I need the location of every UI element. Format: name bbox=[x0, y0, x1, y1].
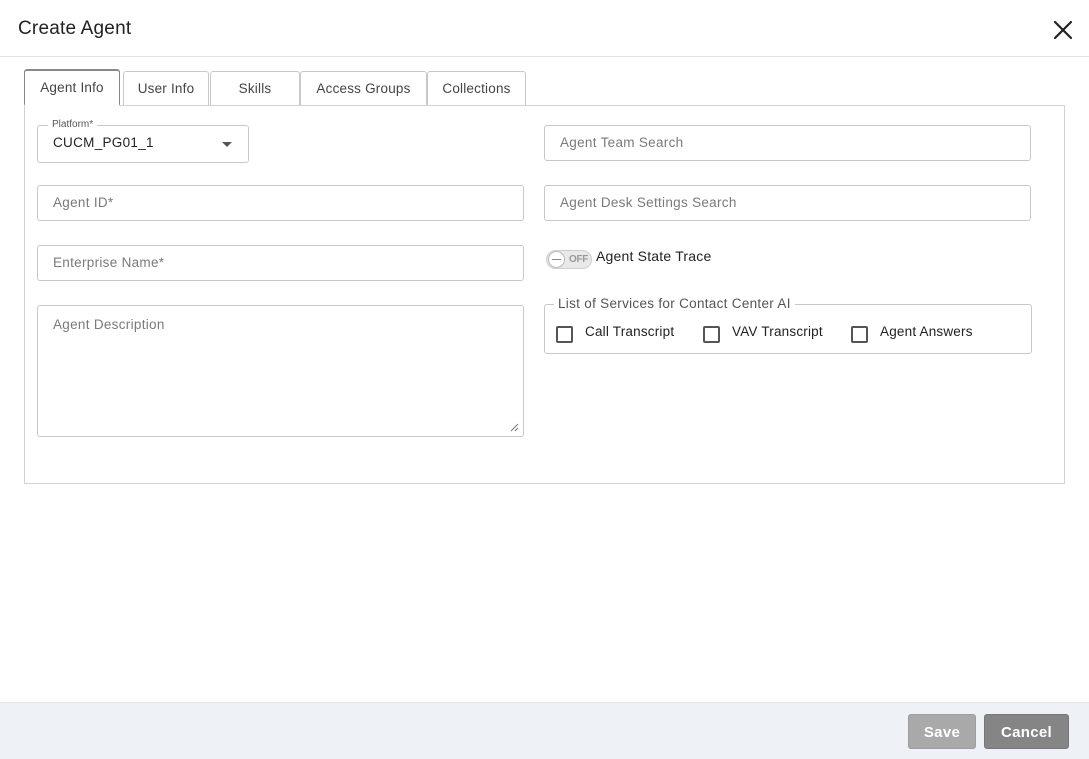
agent-desk-settings-search-input[interactable] bbox=[545, 186, 1030, 220]
agent-state-trace-toggle[interactable]: OFF bbox=[546, 250, 592, 269]
contact-center-ai-services: List of Services for Contact Center AI C… bbox=[544, 296, 1032, 354]
dialog-title: Create Agent bbox=[18, 18, 132, 39]
agent-team-search-field[interactable]: Agent Team Search bbox=[544, 125, 1031, 161]
dialog-footer: Save Cancel bbox=[0, 702, 1089, 759]
agent-state-trace-label: Agent State Trace bbox=[596, 248, 712, 264]
call-transcript-checkbox[interactable] bbox=[556, 326, 573, 343]
create-agent-dialog: Create Agent Agent Info User Info Skills… bbox=[0, 0, 1089, 759]
resize-grip-icon[interactable] bbox=[509, 422, 519, 432]
enterprise-name-input[interactable] bbox=[38, 246, 523, 280]
close-button[interactable] bbox=[1051, 18, 1075, 42]
vav-transcript-label: VAV Transcript bbox=[732, 324, 823, 339]
enterprise-name-field[interactable]: Enterprise Name* bbox=[37, 245, 524, 281]
save-button[interactable]: Save bbox=[908, 714, 976, 749]
agent-team-search-input[interactable] bbox=[545, 126, 1030, 160]
vav-transcript-checkbox[interactable] bbox=[703, 326, 720, 343]
tab-access-groups[interactable]: Access Groups bbox=[300, 71, 427, 105]
tab-collections[interactable]: Collections bbox=[427, 71, 526, 105]
caret-down-icon bbox=[222, 142, 232, 147]
agent-answers-label: Agent Answers bbox=[880, 324, 973, 339]
agent-id-input[interactable] bbox=[38, 186, 523, 220]
agent-answers-checkbox[interactable] bbox=[851, 326, 868, 343]
tab-user-info[interactable]: User Info bbox=[123, 71, 209, 105]
services-legend: List of Services for Contact Center AI bbox=[554, 296, 795, 312]
agent-description-placeholder: Agent Description bbox=[53, 317, 165, 332]
call-transcript-label: Call Transcript bbox=[585, 324, 675, 339]
platform-select[interactable]: Platform* CUCM_PG01_1 bbox=[37, 119, 249, 163]
tab-skills[interactable]: Skills bbox=[210, 71, 300, 105]
cancel-button[interactable]: Cancel bbox=[984, 714, 1069, 749]
agent-desk-settings-search-field[interactable]: Agent Desk Settings Search bbox=[544, 185, 1031, 221]
toggle-knob bbox=[548, 251, 565, 268]
tab-agent-info[interactable]: Agent Info bbox=[24, 69, 120, 106]
close-icon bbox=[1053, 20, 1073, 40]
agent-id-field[interactable]: Agent ID* bbox=[37, 185, 524, 221]
dialog-header: Create Agent bbox=[0, 0, 1089, 57]
agent-description-field[interactable]: Agent Description bbox=[37, 305, 524, 437]
platform-value: CUCM_PG01_1 bbox=[53, 135, 154, 150]
toggle-state-text: OFF bbox=[569, 254, 589, 265]
